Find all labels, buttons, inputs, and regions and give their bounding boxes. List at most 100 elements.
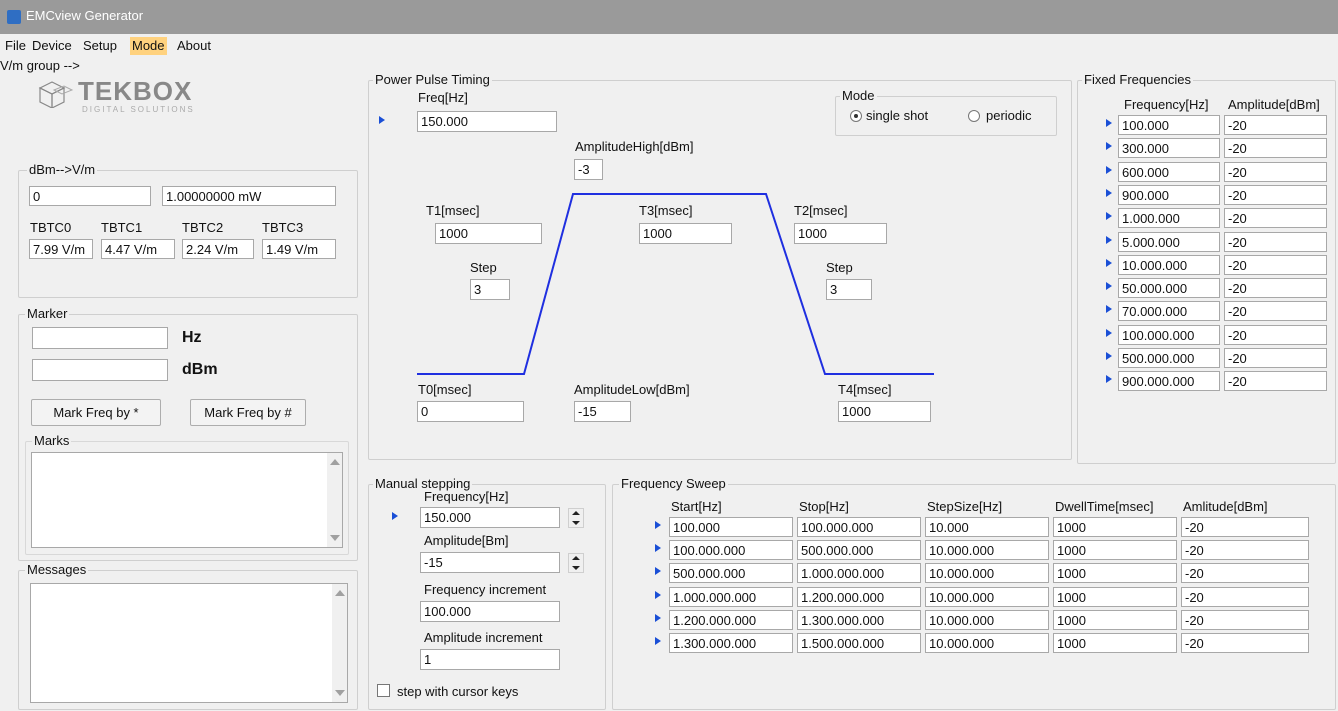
fixed-freq-input[interactable]: 70.000.000 — [1118, 301, 1220, 322]
fixed-row-play-icon[interactable] — [1104, 188, 1114, 198]
fixed-freq-input[interactable]: 900.000.000 — [1118, 371, 1220, 392]
marker-hz-input[interactable] — [32, 327, 168, 349]
step2-input[interactable]: 3 — [826, 279, 872, 300]
sweep-row-play-icon[interactable] — [653, 636, 663, 646]
manual-amp-spinner[interactable] — [568, 553, 584, 573]
amp-low-input[interactable]: -15 — [574, 401, 631, 422]
mode-periodic-radio[interactable] — [968, 110, 980, 122]
sweep-cell-input[interactable]: 500.000.000 — [797, 540, 921, 561]
sweep-row-play-icon[interactable] — [653, 520, 663, 530]
sweep-cell-input[interactable]: 100.000.000 — [797, 517, 921, 537]
manual-ainc-input[interactable]: 1 — [420, 649, 560, 670]
mode-single-label[interactable]: single shot — [866, 108, 928, 123]
fixed-amp-input[interactable]: -20 — [1224, 324, 1327, 345]
sweep-cell-input[interactable]: 10.000.000 — [925, 586, 1049, 607]
tbtc1-value[interactable]: 4.47 V/m — [101, 239, 175, 259]
fixed-row-play-icon[interactable] — [1104, 211, 1114, 221]
fixed-row-play-icon[interactable] — [1104, 235, 1114, 245]
sweep-cell-input[interactable]: -20 — [1181, 517, 1309, 537]
mode-periodic-label[interactable]: periodic — [986, 108, 1032, 123]
sweep-row-play-icon[interactable] — [653, 543, 663, 553]
sweep-cell-input[interactable]: 1.000.000.000 — [669, 586, 793, 607]
sweep-cell-input[interactable]: 100.000 — [669, 517, 793, 537]
sweep-cell-input[interactable]: 1.200.000.000 — [797, 586, 921, 607]
fixed-amp-input[interactable]: -20 — [1224, 161, 1327, 182]
sweep-cell-input[interactable]: 1000 — [1053, 609, 1177, 630]
sweep-cell-input[interactable]: -20 — [1181, 586, 1309, 607]
sweep-row-play-icon[interactable] — [653, 590, 663, 600]
fixed-amp-input[interactable]: -20 — [1224, 184, 1327, 205]
step1-input[interactable]: 3 — [470, 279, 510, 300]
sweep-cell-input[interactable]: 1000 — [1053, 517, 1177, 537]
fixed-amp-input[interactable]: -20 — [1224, 278, 1327, 299]
sweep-cell-input[interactable]: 1.200.000.000 — [669, 609, 793, 630]
fixed-amp-input[interactable]: -20 — [1224, 301, 1327, 322]
fixed-row-play-icon[interactable] — [1104, 304, 1114, 314]
tbtc3-value[interactable]: 1.49 V/m — [262, 239, 336, 259]
fixed-freq-input[interactable]: 100.000 — [1118, 115, 1220, 135]
cursor-keys-checkbox[interactable] — [377, 684, 390, 697]
sweep-cell-input[interactable]: 10.000.000 — [925, 609, 1049, 630]
fixed-row-play-icon[interactable] — [1104, 258, 1114, 268]
cursor-keys-label[interactable]: step with cursor keys — [397, 684, 518, 699]
freq-input[interactable]: 150.000 — [417, 111, 557, 132]
mode-single-radio[interactable] — [850, 110, 862, 122]
fixed-freq-input[interactable]: 50.000.000 — [1118, 278, 1220, 299]
fixed-freq-input[interactable]: 600.000 — [1118, 161, 1220, 182]
menu-setup[interactable]: Setup — [81, 37, 119, 55]
fixed-row-play-icon[interactable] — [1104, 374, 1114, 384]
manual-freq-play-icon[interactable] — [390, 511, 400, 521]
freq-play-icon[interactable] — [377, 115, 387, 125]
fixed-amp-input[interactable]: -20 — [1224, 254, 1327, 275]
fixed-amp-input[interactable]: -20 — [1224, 208, 1327, 229]
manual-finc-input[interactable]: 100.000 — [420, 601, 560, 622]
fixed-amp-input[interactable]: -20 — [1224, 115, 1327, 135]
sweep-cell-input[interactable]: 10.000.000 — [925, 563, 1049, 584]
sweep-cell-input[interactable]: 1000 — [1053, 633, 1177, 653]
fixed-row-play-icon[interactable] — [1104, 351, 1114, 361]
fixed-amp-input[interactable]: -20 — [1224, 348, 1327, 368]
marks-scrollbar[interactable] — [327, 453, 342, 547]
tbtc0-value[interactable]: 7.99 V/m — [29, 239, 93, 259]
fixed-row-play-icon[interactable] — [1104, 141, 1114, 151]
fixed-row-play-icon[interactable] — [1104, 281, 1114, 291]
fixed-amp-input[interactable]: -20 — [1224, 138, 1327, 159]
manual-freq-spinner[interactable] — [568, 508, 584, 528]
sweep-cell-input[interactable]: -20 — [1181, 563, 1309, 584]
sweep-cell-input[interactable]: 10.000 — [925, 517, 1049, 537]
sweep-cell-input[interactable]: 1.000.000.000 — [797, 563, 921, 584]
t0-input[interactable]: 0 — [417, 401, 524, 422]
marks-list[interactable] — [31, 452, 343, 548]
mark-freq-hash-button[interactable]: Mark Freq by # — [190, 399, 306, 426]
marker-dbm-input[interactable] — [32, 359, 168, 381]
t2-input[interactable]: 1000 — [794, 223, 887, 244]
menu-device[interactable]: Device — [30, 37, 74, 55]
messages-scrollbar[interactable] — [332, 584, 347, 702]
sweep-cell-input[interactable]: -20 — [1181, 540, 1309, 561]
menu-file[interactable]: File — [3, 37, 28, 55]
tbtc2-value[interactable]: 2.24 V/m — [182, 239, 254, 259]
fixed-row-play-icon[interactable] — [1104, 165, 1114, 175]
fixed-freq-input[interactable]: 1.000.000 — [1118, 208, 1220, 229]
manual-amp-input[interactable]: -15 — [420, 552, 560, 573]
sweep-cell-input[interactable]: -20 — [1181, 633, 1309, 653]
fixed-row-play-icon[interactable] — [1104, 118, 1114, 128]
amp-high-input[interactable]: -3 — [574, 159, 603, 180]
fixed-freq-input[interactable]: 500.000.000 — [1118, 348, 1220, 368]
sweep-cell-input[interactable]: 1.300.000.000 — [669, 633, 793, 653]
sweep-cell-input[interactable]: 100.000.000 — [669, 540, 793, 561]
mark-freq-star-button[interactable]: Mark Freq by * — [31, 399, 161, 426]
fixed-freq-input[interactable]: 5.000.000 — [1118, 231, 1220, 252]
mw-output[interactable]: 1.00000000 mW — [162, 186, 336, 206]
menu-mode[interactable]: Mode — [130, 37, 167, 55]
sweep-cell-input[interactable]: -20 — [1181, 609, 1309, 630]
sweep-cell-input[interactable]: 500.000.000 — [669, 563, 793, 584]
dbm-input[interactable]: 0 — [29, 186, 151, 206]
fixed-freq-input[interactable]: 900.000 — [1118, 184, 1220, 205]
sweep-cell-input[interactable]: 1000 — [1053, 540, 1177, 561]
messages-list[interactable] — [30, 583, 348, 703]
sweep-cell-input[interactable]: 10.000.000 — [925, 540, 1049, 561]
fixed-freq-input[interactable]: 300.000 — [1118, 138, 1220, 159]
fixed-freq-input[interactable]: 100.000.000 — [1118, 324, 1220, 345]
manual-freq-input[interactable]: 150.000 — [420, 507, 560, 528]
